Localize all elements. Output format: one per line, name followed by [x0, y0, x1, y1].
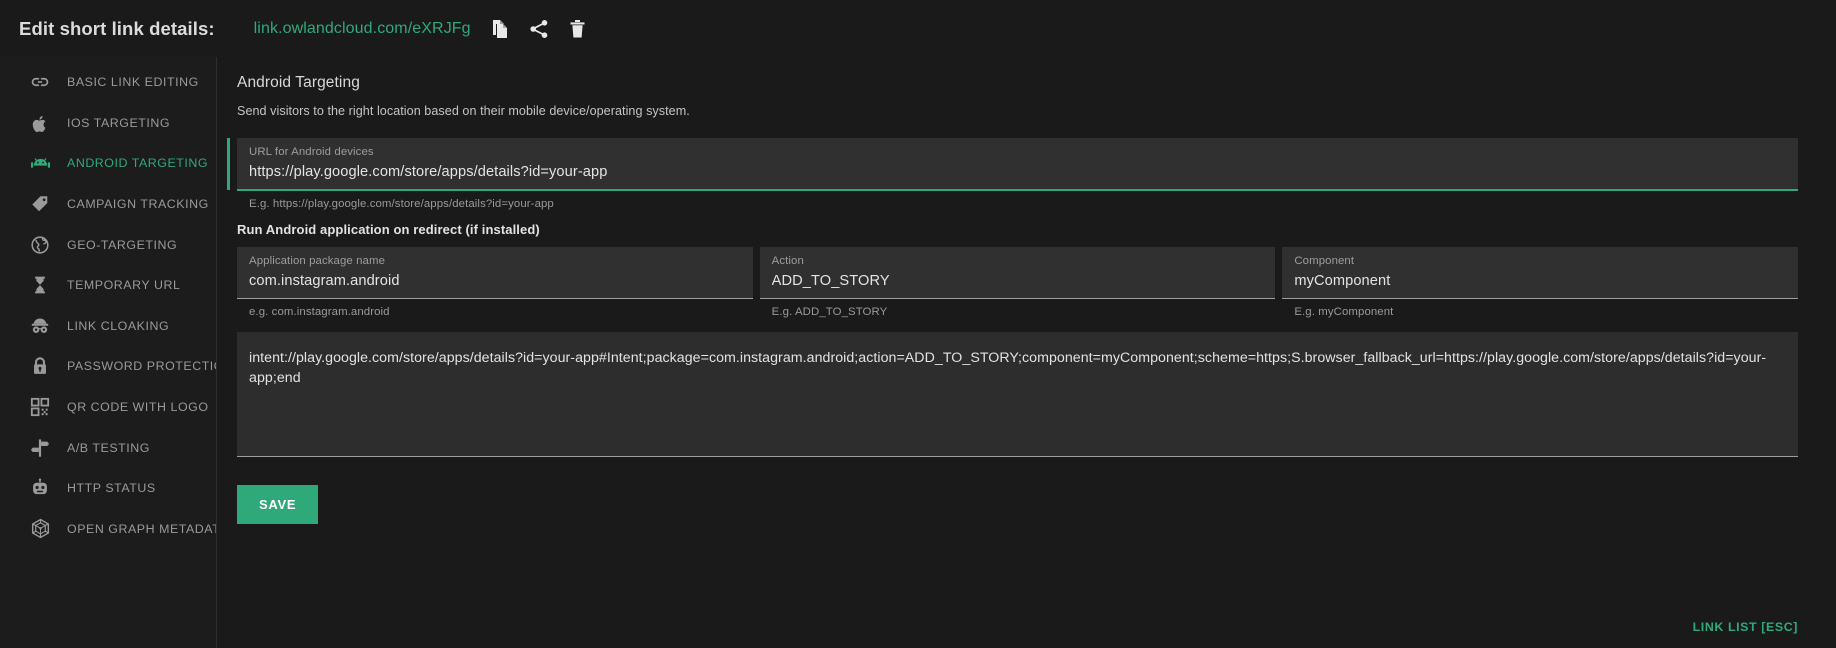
- page-title: Edit short link details:: [19, 17, 215, 39]
- delete-icon[interactable]: [568, 18, 588, 39]
- save-button[interactable]: SAVE: [237, 485, 319, 524]
- lock-icon: [29, 355, 51, 377]
- page-body: BASIC LINK EDITING IOS TARGETING ANDROID…: [0, 57, 1836, 648]
- action-field[interactable]: Action ADD_TO_STORY: [759, 247, 1276, 299]
- sidebar-item-label: GEO-TARGETING: [67, 237, 178, 252]
- action-value: ADD_TO_STORY: [771, 273, 890, 289]
- sidebar-item-http-status[interactable]: HTTP STATUS: [0, 468, 216, 509]
- share-icon[interactable]: [529, 18, 549, 39]
- sidebar-item-label: OPEN GRAPH METADATA: [67, 521, 216, 536]
- sidebar-item-label: LINK CLOAKING: [67, 318, 170, 333]
- android-url-label: URL for Android devices: [249, 146, 374, 158]
- sidebar-item-temporary-url[interactable]: TEMPORARY URL: [0, 265, 216, 306]
- android-url-hint: E.g. https://play.google.com/store/apps/…: [249, 198, 554, 210]
- page-header: Edit short link details: link.owlandclou…: [0, 0, 1836, 57]
- hourglass-icon: [29, 274, 51, 296]
- package-name-hint: e.g. com.instagram.android: [249, 306, 390, 318]
- component-field[interactable]: Component myComponent: [1282, 247, 1799, 299]
- sidebar-item-campaign-tracking[interactable]: CAMPAIGN TRACKING: [0, 184, 216, 225]
- package-name-field[interactable]: Application package name com.instagram.a…: [237, 247, 753, 299]
- android-icon: [29, 152, 51, 174]
- run-app-heading: Run Android application on redirect (if …: [237, 222, 540, 237]
- action-hint: E.g. ADD_TO_STORY: [771, 306, 888, 318]
- android-url-value: https://play.google.com/store/apps/detai…: [249, 164, 608, 180]
- sidebar-item-android-targeting[interactable]: ANDROID TARGETING: [0, 143, 216, 184]
- intent-fields-row: Application package name com.instagram.a…: [237, 247, 1799, 318]
- section-title: Android Targeting: [237, 74, 360, 91]
- sidebar-item-label: A/B TESTING: [67, 440, 150, 455]
- sidebar-item-geo-targeting[interactable]: GEO-TARGETING: [0, 224, 216, 265]
- tag-icon: [29, 193, 51, 215]
- sidebar-item-label: QR CODE WITH LOGO: [67, 400, 209, 415]
- section-subtitle: Send visitors to the right location base…: [237, 104, 690, 118]
- robot-icon: [29, 477, 51, 499]
- link-list-button[interactable]: LINK LIST [ESC]: [1693, 620, 1798, 634]
- component-column: Component myComponent E.g. myComponent: [1282, 247, 1799, 318]
- qr-code-icon: [29, 396, 51, 418]
- main-content: Android Targeting Send visitors to the r…: [216, 57, 1836, 648]
- sidebar-item-qr-code-with-logo[interactable]: QR CODE WITH LOGO: [0, 387, 216, 428]
- component-hint: E.g. myComponent: [1294, 306, 1394, 318]
- web-icon: [29, 518, 51, 540]
- package-column: Application package name com.instagram.a…: [237, 247, 753, 318]
- sidebar-item-password-protection[interactable]: PASSWORD PROTECTION: [0, 346, 216, 387]
- sidebar-item-ios-targeting[interactable]: IOS TARGETING: [0, 103, 216, 144]
- package-name-label: Application package name: [249, 255, 386, 267]
- action-label: Action: [771, 255, 804, 267]
- sidebar-item-label: ANDROID TARGETING: [67, 156, 209, 171]
- component-label: Component: [1294, 255, 1355, 267]
- android-url-field[interactable]: URL for Android devices https://play.goo…: [227, 138, 1798, 191]
- sidebar-item-label: HTTP STATUS: [67, 481, 156, 496]
- copy-icon[interactable]: [490, 18, 510, 39]
- sidebar-item-label: CAMPAIGN TRACKING: [67, 197, 209, 212]
- signpost-icon: [29, 437, 51, 459]
- edit-short-link-page: Edit short link details: link.owlandclou…: [0, 0, 1836, 648]
- intent-preview-text: intent://play.google.com/store/apps/deta…: [249, 350, 1767, 386]
- link-icon: [29, 71, 51, 93]
- intent-preview-textarea[interactable]: intent://play.google.com/store/apps/deta…: [237, 332, 1798, 457]
- action-column: Action ADD_TO_STORY E.g. ADD_TO_STORY: [759, 247, 1276, 318]
- header-actions: [490, 18, 588, 39]
- sidebar-item-open-graph-metadata[interactable]: OPEN GRAPH METADATA: [0, 509, 216, 550]
- short-link-url[interactable]: link.owlandcloud.com/eXRJFg: [254, 20, 471, 38]
- sidebar-item-ab-testing[interactable]: A/B TESTING: [0, 427, 216, 468]
- sidebar-item-basic-link-editing[interactable]: BASIC LINK EDITING: [0, 62, 216, 103]
- sidebar-item-label: BASIC LINK EDITING: [67, 75, 199, 90]
- apple-icon: [29, 112, 51, 134]
- sidebar-item-label: IOS TARGETING: [67, 115, 171, 130]
- package-name-value: com.instagram.android: [249, 273, 400, 289]
- sidebar-item-label: TEMPORARY URL: [67, 278, 181, 293]
- spy-icon: [29, 315, 51, 337]
- globe-icon: [29, 234, 51, 256]
- sidebar-nav: BASIC LINK EDITING IOS TARGETING ANDROID…: [0, 57, 216, 648]
- sidebar-item-label: PASSWORD PROTECTION: [67, 359, 216, 374]
- sidebar-item-link-cloaking[interactable]: LINK CLOAKING: [0, 306, 216, 347]
- component-value: myComponent: [1294, 273, 1391, 289]
